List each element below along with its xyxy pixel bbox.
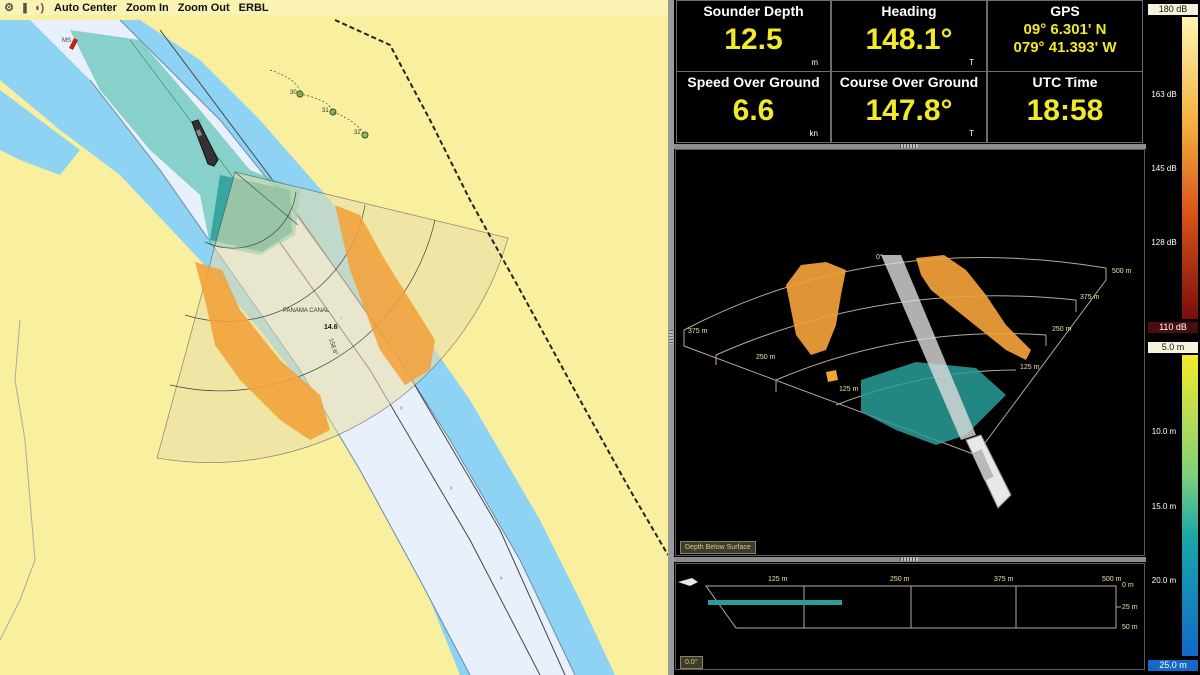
- range-right-250: 250 m: [1052, 326, 1072, 333]
- gps-latitude: 09° 6.301' N: [1023, 21, 1107, 38]
- profile-seabed: [708, 600, 842, 605]
- range-left-375: 375 m: [688, 328, 708, 335]
- buoy-markers: [269, 69, 369, 139]
- chart-toolbar: ⚙ ||| ◖) Auto Center Zoom In Zoom Out ER…: [0, 0, 668, 15]
- heading-tile: Heading 148.1° T: [831, 0, 987, 72]
- zoom-out-button[interactable]: Zoom Out: [178, 2, 230, 14]
- profile-depth-50: 50 m: [1122, 624, 1138, 631]
- sounder-depth-unit: m: [811, 58, 818, 67]
- db-tick-145: 145 dB: [1151, 164, 1177, 173]
- range-left-250: 250 m: [756, 354, 776, 361]
- tilt-angle-button[interactable]: 0.0°: [680, 656, 703, 669]
- cog-unit: T: [969, 129, 974, 138]
- utc-tile: UTC Time 18:58: [987, 71, 1143, 143]
- zoom-in-button[interactable]: Zoom In: [126, 2, 169, 14]
- target-left-3d: [786, 262, 846, 355]
- gps-longitude: 079° 41.393' W: [1013, 39, 1117, 56]
- profile-range-125: 125 m: [768, 576, 788, 583]
- utc-value: 18:58: [1026, 94, 1104, 127]
- nautical-chart[interactable]: ››› ›››: [0, 0, 668, 675]
- sog-label: Speed Over Ground: [687, 74, 820, 90]
- splitter-grip[interactable]: [669, 330, 673, 344]
- depth-min-label[interactable]: 5.0 m: [1148, 342, 1198, 353]
- gps-tile: GPS 09° 6.301' N 079° 41.393' W: [987, 0, 1143, 72]
- settings-icon[interactable]: ⚙: [3, 2, 15, 14]
- profile-depth-25: 25 m: [1122, 604, 1138, 611]
- depth-sounding: 14.6: [324, 324, 338, 331]
- sonar-profile-view[interactable]: 125 m 250 m 375 m 500 m 0 m 25 m 50 m 0.…: [675, 563, 1145, 670]
- buoy-31-label: 31: [322, 108, 329, 114]
- profile-ship-icon: [678, 578, 698, 586]
- profile-depth-0: 0 m: [1122, 582, 1134, 589]
- bars-icon[interactable]: |||: [18, 2, 30, 14]
- depth-tick-15: 15.0 m: [1151, 502, 1177, 511]
- db-color-bar: [1182, 17, 1198, 319]
- depth-mode-button[interactable]: Depth Below Surface: [680, 541, 756, 554]
- cog-value: 147.8°: [865, 94, 953, 127]
- db-max-label[interactable]: 180 dB: [1148, 4, 1198, 15]
- heading-value: 148.1°: [865, 23, 953, 56]
- sound-icon[interactable]: ◖): [33, 2, 45, 14]
- depth-color-bar: [1182, 355, 1198, 656]
- sog-value: 6.6: [732, 94, 775, 127]
- sounder-depth-tile: Sounder Depth 12.5 m: [676, 0, 831, 72]
- ais-target-label: MS: [62, 38, 71, 44]
- small-target-3d: [826, 370, 838, 382]
- range-right-500: 500 m: [1112, 268, 1132, 275]
- sonar-3d-canvas[interactable]: [676, 150, 1144, 555]
- sounder-depth-label: Sounder Depth: [703, 3, 804, 19]
- canal-label: PANAMA CANAL: [283, 308, 330, 314]
- db-tick-128: 128 dB: [1151, 238, 1177, 247]
- splitter-grip[interactable]: [900, 144, 918, 148]
- chart-canvas[interactable]: ››› ›››: [0, 0, 668, 675]
- buoy-32-label: 32: [354, 130, 361, 136]
- range-left-125: 125 m: [839, 386, 859, 393]
- depth-tick-20: 20.0 m: [1151, 576, 1177, 585]
- range-right-125: 125 m: [1020, 364, 1040, 371]
- sog-unit: kn: [809, 129, 818, 138]
- buoy-30-label: 30: [290, 90, 297, 96]
- utc-label: UTC Time: [1032, 74, 1098, 90]
- bearing-label: 0°: [876, 254, 883, 261]
- profile-range-375: 375 m: [994, 576, 1014, 583]
- depth-max-label[interactable]: 25.0 m: [1148, 660, 1198, 671]
- profile-canvas: [678, 578, 1121, 629]
- heading-unit: T: [969, 58, 974, 67]
- panel-splitter-bottom[interactable]: [674, 557, 1146, 562]
- sonar-3d-view[interactable]: 0° 500 m 375 m 250 m 125 m 375 m 250 m 1…: [675, 149, 1145, 556]
- cog-tile: Course Over Ground 147.8° T: [831, 71, 987, 143]
- gps-label: GPS: [1050, 3, 1080, 19]
- coastline: [0, 319, 36, 641]
- sog-tile: Speed Over Ground 6.6 kn: [676, 71, 831, 143]
- color-scales: 180 dB 163 dB 145 dB 128 dB 110 dB 5.0 m…: [1146, 0, 1200, 675]
- erbl-button[interactable]: ERBL: [239, 2, 269, 14]
- range-right-375: 375 m: [1080, 294, 1100, 301]
- auto-center-button[interactable]: Auto Center: [54, 2, 117, 14]
- sounder-depth-value: 12.5: [724, 23, 783, 56]
- profile-range-500: 500 m: [1102, 576, 1122, 583]
- heading-label: Heading: [881, 3, 937, 19]
- depth-tick-10: 10.0 m: [1151, 427, 1177, 436]
- db-min-label[interactable]: 110 dB: [1148, 322, 1198, 333]
- cog-label: Course Over Ground: [839, 74, 979, 90]
- db-tick-163: 163 dB: [1151, 90, 1177, 99]
- own-ship-3d-icon: [965, 434, 1012, 509]
- splitter-grip[interactable]: [900, 557, 918, 561]
- profile-range-250: 250 m: [890, 576, 910, 583]
